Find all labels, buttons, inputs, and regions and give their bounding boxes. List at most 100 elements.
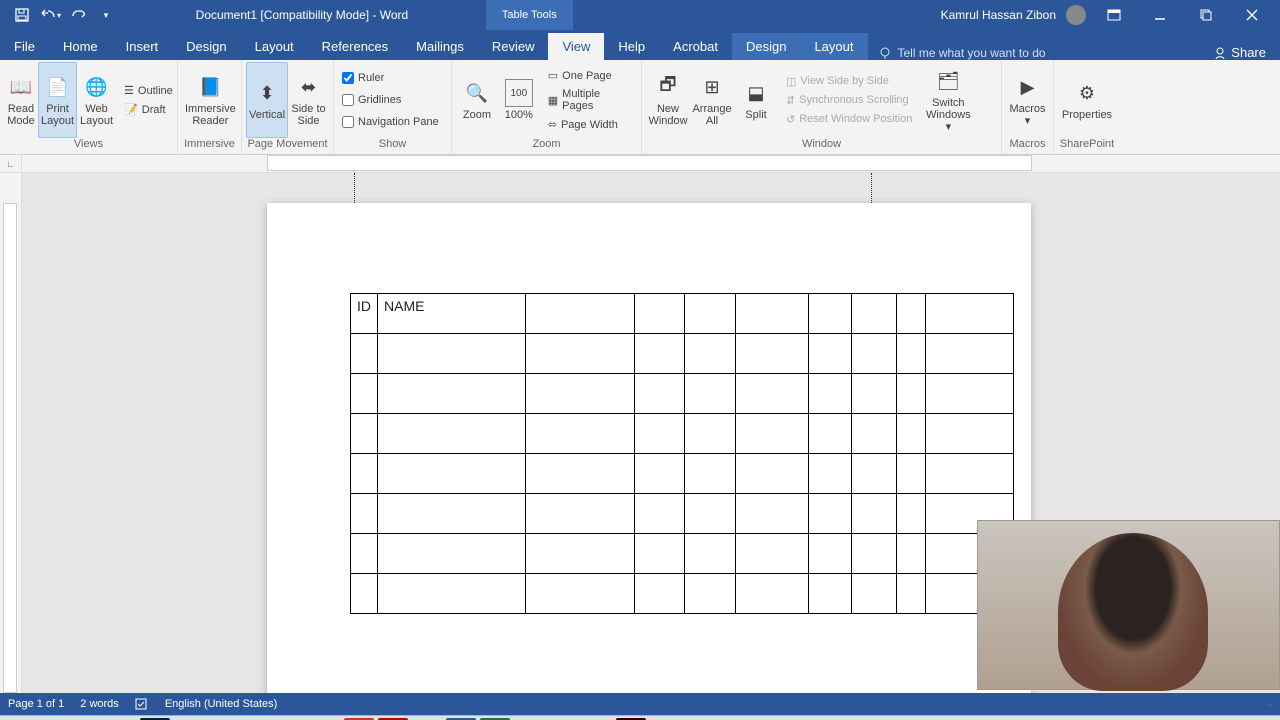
table-cell[interactable] <box>526 294 635 334</box>
outline-button[interactable]: ☰Outline <box>120 82 177 99</box>
page-width-button[interactable]: ⬄Page Width <box>544 116 633 133</box>
split-button[interactable]: ⬓Split <box>734 62 778 138</box>
horizontal-ruler[interactable] <box>22 155 1280 172</box>
redo-icon[interactable] <box>66 3 90 27</box>
onepage-icon: ▭ <box>548 69 558 82</box>
macros-button[interactable]: ▶Macros▾ <box>1006 62 1049 138</box>
table-cell[interactable] <box>736 294 809 334</box>
reset-window-button: ↺Reset Window Position <box>782 111 916 128</box>
table-cell[interactable] <box>809 294 852 334</box>
ribbon-body: 📖 Read Mode 📄 Print Layout 🌐 Web Layout … <box>0 60 1280 155</box>
vertical-ruler[interactable] <box>0 173 22 693</box>
close-icon[interactable] <box>1234 0 1270 30</box>
table-cell[interactable] <box>635 294 685 334</box>
tab-review[interactable]: Review <box>478 33 549 60</box>
new-window-button[interactable]: 🗗New Window <box>646 62 690 138</box>
quick-access-toolbar: ▾ ▾ <box>0 3 118 27</box>
tab-file[interactable]: File <box>0 33 49 60</box>
ruler-checkbox[interactable]: Ruler <box>342 68 439 88</box>
webcam-overlay <box>977 520 1280 690</box>
side-to-side-button[interactable]: ⬌Side to Side <box>288 62 329 138</box>
share-button[interactable]: Share <box>1199 45 1280 60</box>
collapse-ribbon-icon[interactable]: ⌃ <box>1265 701 1274 714</box>
multi-pages-button[interactable]: ▦Multiple Pages <box>544 86 633 114</box>
language-status[interactable]: English (United States) <box>165 698 278 710</box>
tell-me-search[interactable]: Tell me what you want to do <box>868 46 1056 60</box>
table-row[interactable] <box>351 574 1014 614</box>
group-show: Ruler Gridlines Navigation Pane Show <box>334 60 452 154</box>
tab-table-layout[interactable]: Layout <box>800 33 867 60</box>
immersive-reader-button[interactable]: 📘Immersive Reader <box>182 62 239 138</box>
tab-help[interactable]: Help <box>604 33 659 60</box>
share-icon <box>1213 46 1227 60</box>
switch-windows-button[interactable]: 🗂Switch Windows ▾ <box>920 62 976 138</box>
zoom-icon: 🔍 <box>463 79 491 107</box>
page-count[interactable]: Page 1 of 1 <box>8 698 64 710</box>
tab-layout[interactable]: Layout <box>241 33 308 60</box>
table-row[interactable] <box>351 334 1014 374</box>
user-avatar[interactable] <box>1066 5 1086 25</box>
read-mode-button[interactable]: 📖 Read Mode <box>4 62 38 138</box>
gridlines-checkbox[interactable]: Gridlines <box>342 90 439 110</box>
table-row[interactable] <box>351 374 1014 414</box>
table-row[interactable]: ID NAME <box>351 294 1014 334</box>
undo-icon[interactable]: ▾ <box>38 3 62 27</box>
table-cell[interactable] <box>685 294 736 334</box>
document-table[interactable]: ID NAME <box>350 293 1014 614</box>
tab-mailings[interactable]: Mailings <box>402 33 478 60</box>
print-layout-icon: 📄 <box>44 73 72 101</box>
ribbon-display-icon[interactable] <box>1096 0 1132 30</box>
one-page-button[interactable]: ▭One Page <box>544 67 633 84</box>
table-cell[interactable] <box>852 294 897 334</box>
user-name: Kamrul Hassan Zibon <box>941 8 1056 22</box>
page[interactable]: ID NAME <box>267 203 1031 693</box>
qat-customize-icon[interactable]: ▾ <box>94 3 118 27</box>
maximize-icon[interactable] <box>1188 0 1224 30</box>
zoom-100-button[interactable]: 100100% <box>498 62 540 138</box>
status-bar: Page 1 of 1 2 words English (United Stat… <box>0 693 1280 715</box>
word-count[interactable]: 2 words <box>80 698 119 710</box>
table-row[interactable] <box>351 494 1014 534</box>
tab-design[interactable]: Design <box>172 33 240 60</box>
table-row[interactable] <box>351 414 1014 454</box>
table-row[interactable] <box>351 534 1014 574</box>
user-area: Kamrul Hassan Zibon <box>941 0 1280 30</box>
vertical-button[interactable]: ⬍Vertical <box>246 62 288 138</box>
tab-acrobat[interactable]: Acrobat <box>659 33 732 60</box>
read-mode-icon: 📖 <box>7 73 35 101</box>
save-icon[interactable] <box>10 3 34 27</box>
navpane-checkbox[interactable]: Navigation Pane <box>342 112 439 132</box>
tab-view[interactable]: View <box>548 33 604 60</box>
tab-references[interactable]: References <box>308 33 402 60</box>
ribbon-tabs: File Home Insert Design Layout Reference… <box>0 30 1280 60</box>
group-page-movement: ⬍Vertical ⬌Side to Side Page Movement <box>242 60 334 154</box>
sync-scroll-button: ⇵Synchronous Scrolling <box>782 92 916 109</box>
sidebyside-icon: ◫ <box>786 75 796 88</box>
table-cell[interactable] <box>897 294 926 334</box>
group-macros: ▶Macros▾ Macros <box>1002 60 1054 154</box>
group-zoom: 🔍Zoom 100100% ▭One Page ▦Multiple Pages … <box>452 60 642 154</box>
arrange-icon: ⊞ <box>698 73 726 101</box>
table-cell[interactable] <box>926 294 1014 334</box>
minimize-icon[interactable] <box>1142 0 1178 30</box>
ruler-corner[interactable]: ∟ <box>0 155 22 173</box>
split-icon: ⬓ <box>742 79 770 107</box>
web-layout-button[interactable]: 🌐 Web Layout <box>77 62 116 138</box>
draft-button[interactable]: 📝Draft <box>120 101 177 118</box>
zoom-button[interactable]: 🔍Zoom <box>456 62 498 138</box>
tab-insert[interactable]: Insert <box>112 33 173 60</box>
table-cell[interactable]: NAME <box>378 294 526 334</box>
tab-table-design[interactable]: Design <box>732 33 800 60</box>
properties-button[interactable]: ⚙Properties <box>1058 62 1116 138</box>
table-cell[interactable]: ID <box>351 294 378 334</box>
arrange-all-button[interactable]: ⊞Arrange All <box>690 62 734 138</box>
multi-icon: ▦ <box>548 94 558 107</box>
switch-icon: 🗂 <box>934 67 962 95</box>
spell-check-icon[interactable] <box>135 697 149 711</box>
table-row[interactable] <box>351 454 1014 494</box>
new-window-icon: 🗗 <box>654 73 682 101</box>
print-layout-button[interactable]: 📄 Print Layout <box>38 62 77 138</box>
hundred-icon: 100 <box>505 79 533 107</box>
macros-icon: ▶ <box>1014 73 1042 101</box>
tab-home[interactable]: Home <box>49 33 112 60</box>
